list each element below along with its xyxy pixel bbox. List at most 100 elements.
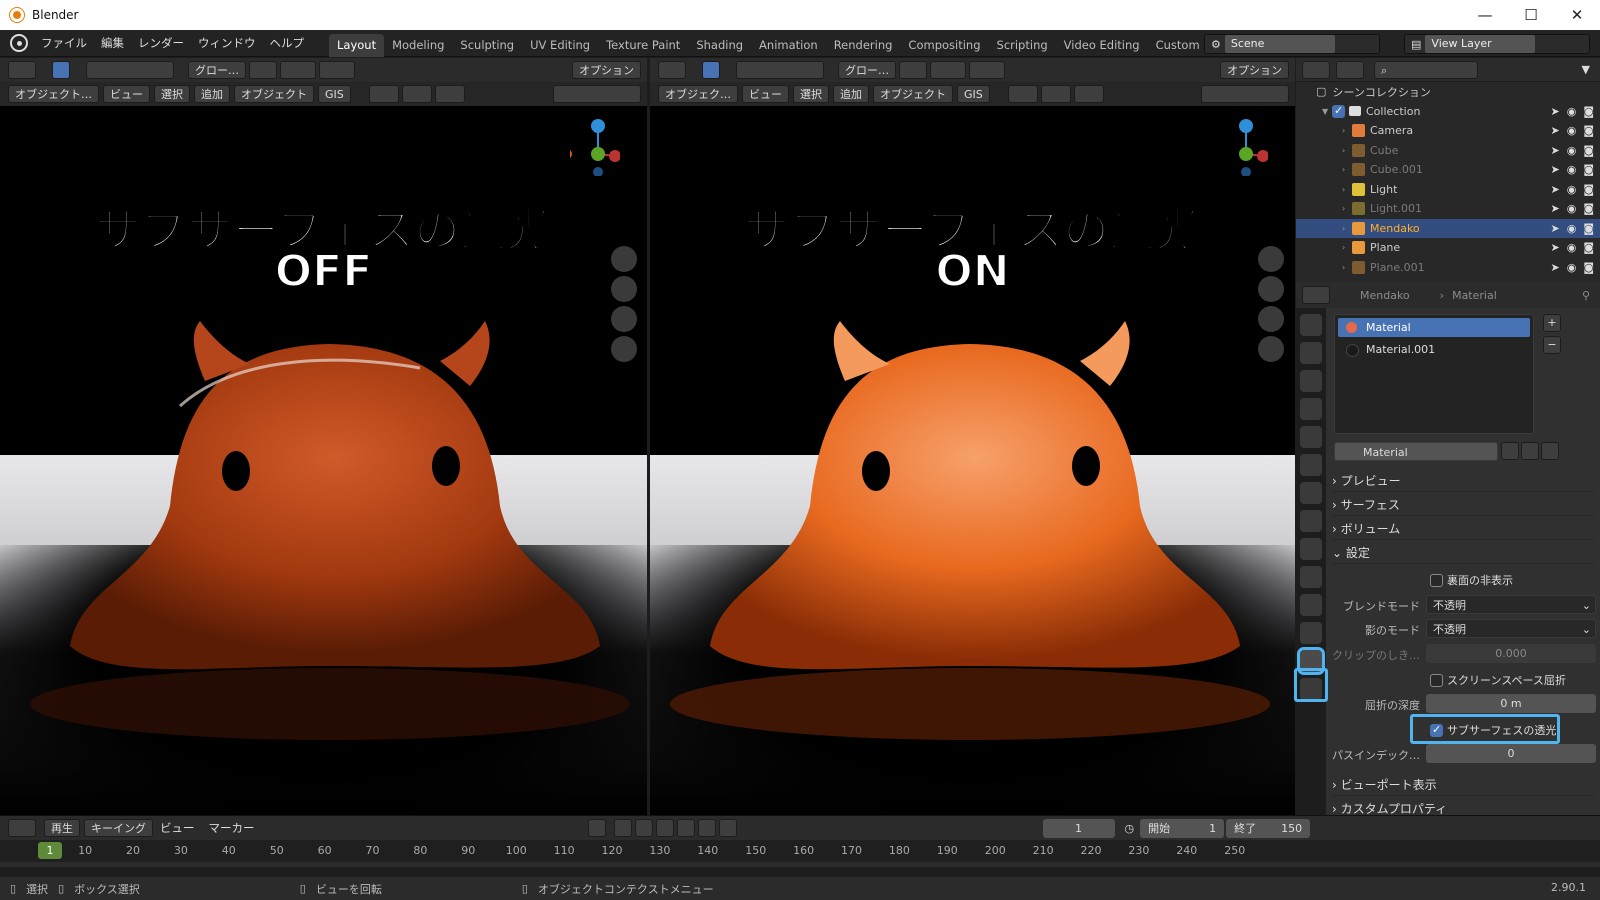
- outliner-row[interactable]: › Cube ➤ ◉ ◙: [1296, 141, 1600, 161]
- collection-row[interactable]: ▼ Collection ➤◉◙: [1296, 102, 1600, 122]
- visibility-icon[interactable]: [368, 85, 399, 103]
- viewport-right[interactable]: グロー… オプション オブジェク… ビュー 選択 追加 オブジェクト GIS サ…: [650, 58, 1295, 815]
- material-name-field[interactable]: Material: [1363, 446, 1408, 459]
- outliner-row[interactable]: › Cube.001 ➤ ◉ ◙: [1296, 160, 1600, 180]
- tab-scripting[interactable]: Scripting: [989, 34, 1056, 57]
- pass-index-field[interactable]: 0: [1426, 744, 1596, 763]
- filter-icon[interactable]: ▼: [1582, 63, 1590, 76]
- snap-icon[interactable]: [930, 61, 966, 79]
- object-menu[interactable]: オブジェクト: [234, 85, 314, 103]
- select-arrow-icon[interactable]: ➤: [1550, 241, 1559, 254]
- add-menu[interactable]: 追加: [194, 85, 230, 103]
- pin-icon[interactable]: ⚲: [1582, 289, 1590, 302]
- tab-layout[interactable]: Layout: [329, 33, 385, 57]
- select-arrow-icon[interactable]: ➤: [1550, 144, 1559, 157]
- constraints-tab-icon[interactable]: [1300, 594, 1322, 616]
- menu-edit[interactable]: 編集: [94, 35, 131, 51]
- section-preview[interactable]: › プレビュー: [1332, 470, 1594, 492]
- eye-icon[interactable]: ◉: [1567, 183, 1577, 196]
- overlay-icon[interactable]: [434, 85, 465, 103]
- timeline-view-menu[interactable]: ビュー: [153, 820, 202, 836]
- tab-modeling[interactable]: Modeling: [384, 34, 452, 57]
- select-arrow-icon[interactable]: ➤: [1550, 183, 1559, 196]
- eye-icon[interactable]: ◉: [1567, 202, 1577, 215]
- tab-sculpting[interactable]: Sculpting: [452, 34, 522, 57]
- select-mode-icon[interactable]: [86, 61, 174, 79]
- transform-orientation-dropdown[interactable]: グロー…: [838, 61, 896, 79]
- tab-texture-paint[interactable]: Texture Paint: [598, 34, 688, 57]
- add-slot-button[interactable]: +: [1543, 314, 1561, 332]
- jump-start-icon[interactable]: [613, 819, 632, 837]
- select-menu[interactable]: 選択: [793, 85, 829, 103]
- select-menu[interactable]: 選択: [154, 85, 190, 103]
- maximize-button[interactable]: ☐: [1508, 6, 1554, 24]
- camera-view-icon[interactable]: [611, 306, 637, 332]
- select-arrow-icon[interactable]: ➤: [1550, 163, 1559, 176]
- prev-keyframe-icon[interactable]: [634, 819, 653, 837]
- camera-render-icon[interactable]: ◙: [1583, 144, 1594, 157]
- material-selector[interactable]: Material: [1334, 442, 1498, 461]
- expand-icon[interactable]: ›: [1342, 243, 1352, 252]
- object-menu[interactable]: オブジェクト: [873, 85, 953, 103]
- section-settings[interactable]: ⌄ 設定: [1332, 542, 1594, 564]
- duplicate-icon[interactable]: [1521, 442, 1539, 460]
- expand-icon[interactable]: ▼: [1322, 107, 1332, 116]
- shadow-mode-dropdown[interactable]: 不透明 ⌄: [1426, 619, 1596, 638]
- eye-icon[interactable]: ◉: [1567, 241, 1577, 254]
- stopwatch-icon[interactable]: ◷: [1125, 822, 1135, 835]
- shading-modes-icon[interactable]: [1201, 85, 1289, 103]
- expand-icon[interactable]: ›: [1342, 263, 1352, 272]
- gizmo-icon[interactable]: [401, 85, 432, 103]
- mode-dropdown[interactable]: オブジェクト…: [8, 85, 99, 103]
- ortho-grid-icon[interactable]: [1258, 336, 1284, 362]
- view-layer-selector[interactable]: ▤ View Layer: [1404, 34, 1590, 54]
- editor-type-icon[interactable]: [8, 61, 36, 79]
- tab-rendering[interactable]: Rendering: [826, 34, 901, 57]
- select-arrow-icon[interactable]: ➤: [1550, 222, 1559, 235]
- modifier-tab-icon[interactable]: [1300, 510, 1322, 532]
- next-keyframe-icon[interactable]: [697, 819, 716, 837]
- play-reverse-icon[interactable]: [655, 819, 674, 837]
- scene-collection-row[interactable]: ▢ シーンコレクション: [1296, 82, 1600, 102]
- display-mode-icon[interactable]: [1336, 60, 1364, 79]
- camera-view-icon[interactable]: [1258, 306, 1284, 332]
- eye-icon[interactable]: ◉: [1567, 163, 1577, 176]
- proportional-edit-icon[interactable]: [319, 61, 355, 79]
- unlink-icon[interactable]: [1541, 442, 1559, 460]
- transform-orientation-dropdown[interactable]: グロー…: [188, 61, 246, 79]
- current-frame-field[interactable]: 1: [1042, 818, 1115, 838]
- select-mode-icon[interactable]: [736, 61, 824, 79]
- zoom-icon[interactable]: [611, 246, 637, 272]
- eye-icon[interactable]: ◉: [1567, 222, 1577, 235]
- backface-culling-checkbox[interactable]: 裏面の非表示: [1430, 572, 1513, 588]
- expand-icon[interactable]: ›: [1342, 185, 1352, 194]
- tab-animation[interactable]: Animation: [751, 34, 826, 57]
- overlay-icon[interactable]: [1073, 85, 1104, 103]
- screen-space-refraction-checkbox[interactable]: スクリーンスペース屈折: [1430, 672, 1566, 688]
- expand-icon[interactable]: ›: [1342, 165, 1352, 174]
- record-icon[interactable]: [587, 819, 606, 837]
- marker-menu[interactable]: マーカー: [202, 820, 262, 836]
- blender-menu-icon[interactable]: [10, 34, 28, 52]
- outliner-row[interactable]: › Mendako ➤ ◉ ◙: [1296, 218, 1600, 238]
- output-tab-icon[interactable]: [1300, 370, 1322, 392]
- camera-render-icon[interactable]: ◙: [1583, 105, 1594, 118]
- expand-icon[interactable]: ›: [1342, 204, 1352, 213]
- tab-compositing[interactable]: Compositing: [900, 34, 988, 57]
- camera-render-icon[interactable]: ◙: [1583, 124, 1594, 137]
- play-icon[interactable]: [676, 819, 695, 837]
- object-tab-icon[interactable]: [1300, 482, 1322, 504]
- menu-file[interactable]: ファイル: [34, 35, 94, 51]
- gis-menu[interactable]: GIS: [957, 85, 990, 103]
- navigation-gizmo[interactable]: [1218, 116, 1268, 176]
- options-dropdown[interactable]: オプション: [572, 61, 641, 79]
- menu-help[interactable]: ヘルプ: [263, 35, 312, 51]
- blend-mode-dropdown[interactable]: 不透明 ⌄: [1426, 595, 1596, 614]
- camera-render-icon[interactable]: ◙: [1583, 261, 1594, 274]
- menu-render[interactable]: レンダー: [131, 35, 191, 51]
- tab-custom[interactable]: Custom: [1148, 34, 1208, 57]
- editor-type-icon[interactable]: [658, 61, 686, 79]
- section-surface[interactable]: › サーフェス: [1332, 494, 1594, 516]
- view-menu[interactable]: ビュー: [103, 85, 150, 103]
- select-tool-icon[interactable]: [702, 61, 720, 79]
